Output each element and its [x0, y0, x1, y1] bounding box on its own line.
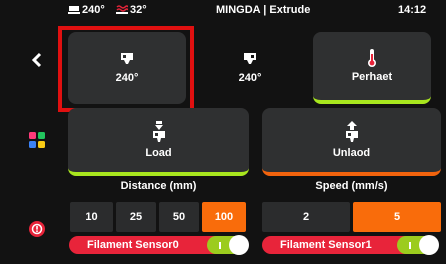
- distance-option-10[interactable]: 10: [70, 202, 113, 232]
- filament-unload-icon: [345, 121, 358, 142]
- speed-options: 2 5: [262, 202, 441, 232]
- extruder1-temp: 240°: [238, 72, 262, 84]
- load-button[interactable]: Load: [68, 108, 249, 176]
- selection-highlight: [58, 26, 194, 112]
- warning-button[interactable]: [22, 219, 52, 239]
- apps-button[interactable]: [22, 130, 52, 150]
- speed-option-5[interactable]: 5: [353, 202, 441, 232]
- filament-load-icon: [152, 121, 165, 142]
- toggle-on-mark: [219, 242, 221, 249]
- toggle-knob: [419, 235, 439, 255]
- distance-option-100[interactable]: 100: [202, 202, 246, 232]
- distance-title: Distance (mm): [120, 180, 197, 192]
- speed-title: Speed (mm/s): [315, 180, 388, 192]
- nozzle-temp: 32°: [116, 4, 147, 16]
- unload-button[interactable]: Unlaod: [262, 108, 441, 176]
- page-title: MINGDA | Extrude: [216, 4, 311, 16]
- unload-label: Unlaod: [332, 147, 371, 159]
- bed-temp-value: 240°: [82, 4, 105, 16]
- extruder-nozzle-icon: [244, 53, 256, 64]
- toggle-on-mark: [409, 242, 411, 249]
- distance-option-50[interactable]: 50: [159, 202, 199, 232]
- distance-options: 10 25 50 100: [70, 202, 246, 232]
- heater-icon: [116, 5, 128, 14]
- back-button[interactable]: [22, 48, 52, 72]
- warning-icon: [29, 221, 45, 237]
- distance-option-25[interactable]: 25: [116, 202, 156, 232]
- extruder1-card[interactable]: 240°: [200, 32, 300, 104]
- thermometer-icon: [368, 49, 376, 67]
- colored-grid-icon: [29, 132, 45, 148]
- filament-sensor1-toggle[interactable]: [397, 235, 439, 255]
- extrude-screen: 240° 32° MINGDA | Extrude 14:12 240° 240…: [0, 0, 446, 264]
- filament-sensor0-toggle[interactable]: [207, 235, 249, 255]
- speed-option-2[interactable]: 2: [262, 202, 350, 232]
- preheat-label: Perhaet: [351, 71, 393, 83]
- heated-bed-icon: [68, 6, 80, 14]
- nozzle-temp-value: 32°: [130, 4, 147, 16]
- filament-sensor1: Filament Sensor1: [262, 235, 439, 255]
- chevron-left-icon: [31, 52, 42, 68]
- clock: 14:12: [398, 4, 427, 16]
- preheat-button[interactable]: Perhaet: [313, 32, 431, 104]
- filament-sensor0: Filament Sensor0: [69, 235, 249, 255]
- status-bar: 240° 32° MINGDA | Extrude 14:12: [0, 0, 446, 22]
- filament-sensor1-label: Filament Sensor1: [280, 239, 372, 251]
- bed-temp: 240°: [68, 4, 105, 16]
- toggle-knob: [229, 235, 249, 255]
- filament-sensor0-label: Filament Sensor0: [87, 239, 179, 251]
- load-label: Load: [145, 147, 172, 159]
